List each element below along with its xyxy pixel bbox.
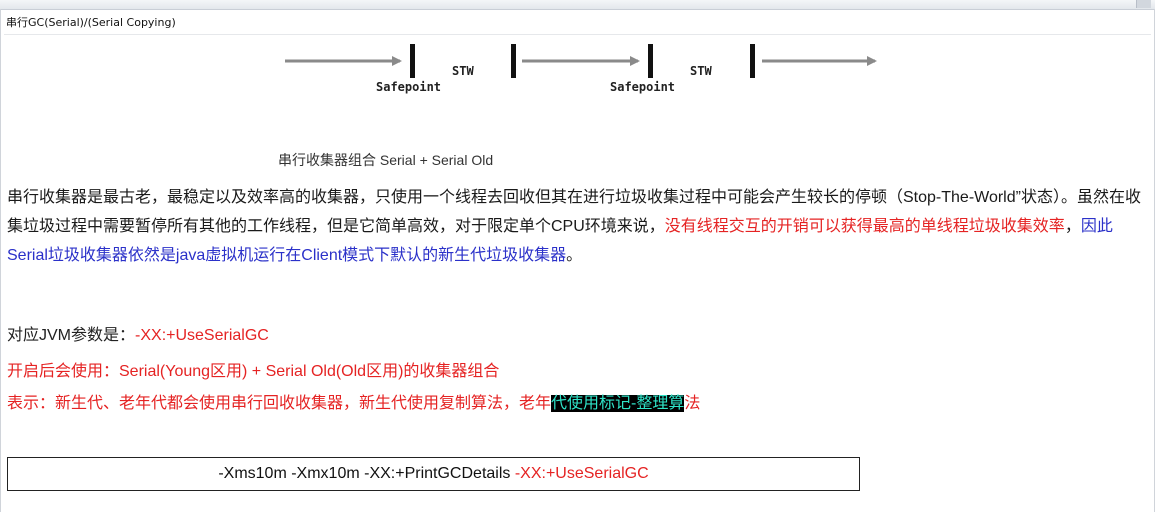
window-title: 串行GC(Serial)/(Serial Copying) <box>6 16 176 29</box>
paragraph-part-5: 。 <box>566 247 583 264</box>
meaning-line: 表示：新生代、老年代都会使用串行回收收集器，新生代使用复制算法，老年代使用标记-… <box>7 386 700 422</box>
title-divider <box>4 34 1151 35</box>
jvm-param-line: 对应JVM参数是：-XX:+UseSerialGC <box>7 321 269 345</box>
command-normal: -Xms10m -Xmx10m -XX:+PrintGCDetails <box>218 465 515 482</box>
command-box: -Xms10m -Xmx10m -XX:+PrintGCDetails -XX:… <box>7 457 860 491</box>
stw-end-bar-2 <box>750 44 755 78</box>
gc-timeline-diagram: Safepoint STW Safepoint STW <box>270 38 890 100</box>
stw-end-bar-1 <box>511 44 516 78</box>
window-control-button[interactable] <box>1136 0 1151 8</box>
gc-timeline-svg <box>285 44 877 78</box>
paragraph-red-highlight: 没有线程交互的开销可以获得最高的单线程垃圾收集效率 <box>664 218 1065 235</box>
command-red: -XX:+UseSerialGC <box>514 465 649 482</box>
stw-label-1: STW <box>452 64 474 78</box>
jvm-param-value: -XX:+UseSerialGC <box>135 327 269 344</box>
window-top-bar <box>0 0 1155 10</box>
stw-label-2: STW <box>690 64 712 78</box>
paragraph-part-3: ， <box>1064 218 1081 235</box>
meaning-prefix: 表示：新生代、老年代都会使用串行回收收集器，新生代使用复制算法，老年 <box>7 395 552 412</box>
meaning-suffix: 法 <box>684 395 701 412</box>
jvm-param-label: 对应JVM参数是： <box>7 327 136 344</box>
after-enable-line: 开启后会使用：Serial(Young区用) + Serial Old(Old区… <box>7 363 500 380</box>
safepoint-label-1: Safepoint <box>376 80 442 94</box>
diagram-caption: 串行收集器组合 Serial + Serial Old <box>278 152 494 168</box>
safepoint-label-2: Safepoint <box>610 80 676 94</box>
meaning-highlight: 代使用标记-整理算 <box>551 395 685 412</box>
safepoint-bar-1 <box>410 44 415 78</box>
safepoint-bar-2 <box>648 44 653 78</box>
description-paragraph: 串行收集器是最古老，最稳定以及效率高的收集器，只使用一个线程去回收但其在进行垃圾… <box>7 183 1149 270</box>
window-left-border <box>0 9 1 512</box>
